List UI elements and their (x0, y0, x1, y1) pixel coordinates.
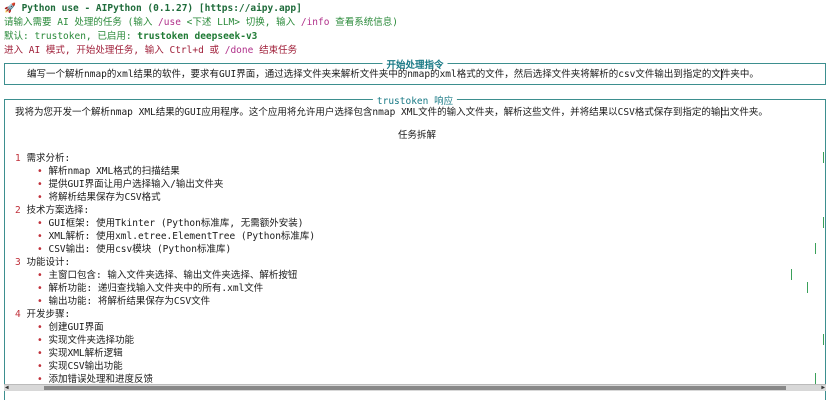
section-label: 技术方案选择: (26, 205, 90, 216)
instruction-text: 编写一个解析nmap的xml结果的软件，要求有GUI界面，通过选择文件夹来解析文… (27, 69, 759, 80)
list-item: • 主窗口包含: 输入文件夹选择、输出文件夹选择、解析按钮 (37, 269, 297, 282)
section-1-heading: 1 需求分析: (15, 152, 70, 165)
section-2-heading: 2 技术方案选择: (15, 204, 89, 217)
list-item-text: 输出功能: 将解析结果保存为CSV文件 (48, 296, 211, 307)
bullet-icon: • (37, 218, 43, 229)
list-item-text: XML解析: 使用xml.etree.ElementTree (Python标准… (48, 231, 316, 242)
render-marker (823, 152, 824, 163)
ai-mode-line: 进入 AI 模式, 开始处理任务, 输入 Ctrl+d 或 /done 结束任务 (4, 45, 297, 57)
section-heading: 任务拆解 (398, 130, 437, 141)
list-item-text: GUI框架: 使用Tkinter (Python标准库, 无需额外安装) (48, 218, 304, 229)
list-item: • CSV输出: 使用csv模块 (Python标准库) (37, 243, 231, 256)
prompt-hint-text-2: <下述 LLM> 切换, 输入 (180, 17, 301, 28)
list-item: • 解析功能: 递归查找输入文件夹中的所有.xml文件 (37, 282, 263, 295)
section-4-heading: 4 开发步骤: (15, 308, 70, 321)
ai-mode-text-2: 结束任务 (253, 45, 298, 56)
app-url-link[interactable]: [https://aipy.app] (199, 3, 302, 14)
bullet-icon: • (37, 179, 43, 190)
list-item: • 将解析结果保存为CSV格式 (37, 191, 161, 204)
bullet-icon: • (37, 231, 43, 242)
list-item-text: 实现文件夹选择功能 (48, 335, 134, 346)
section-number: 1 (15, 153, 21, 164)
render-marker (815, 243, 816, 254)
scroll-left-icon[interactable]: ◀ (5, 384, 9, 391)
bullet-icon: • (37, 296, 43, 307)
default-model-label: 默认: trustoken, 已启用: (4, 31, 138, 42)
render-marker (815, 373, 816, 384)
list-item-text: 实现CSV输出功能 (48, 361, 123, 372)
prompt-hint-line: 请输入需要 AI 处理的任务 (输入 /use <下述 LLM> 切换, 输入 … (4, 17, 398, 29)
bullet-icon: • (37, 361, 43, 372)
bullet-icon: • (37, 192, 43, 203)
list-item-text: 主窗口包含: 输入文件夹选择、输出文件夹选择、解析按钮 (48, 270, 298, 281)
section-number: 3 (15, 257, 21, 268)
list-item: • GUI框架: 使用Tkinter (Python标准库, 无需额外安装) (37, 217, 304, 230)
bullet-icon: • (37, 335, 43, 346)
bullet-icon: • (37, 348, 43, 359)
default-model-line: 默认: trustoken, 已启用: trustoken deepseek-v… (4, 31, 257, 43)
list-item-text: 将解析结果保存为CSV格式 (48, 192, 161, 203)
prompt-hint-text: 请输入需要 AI 处理的任务 (输入 (4, 17, 159, 28)
list-item-text: 解析功能: 递归查找输入文件夹中的所有.xml文件 (48, 283, 264, 294)
horizontal-scrollbar[interactable]: ◀ ▶ (4, 384, 826, 391)
section-label: 开发步骤: (26, 309, 71, 320)
list-item: • 创建GUI界面 (37, 321, 104, 334)
section-number: 4 (15, 309, 21, 320)
list-item: • 实现文件夹选择功能 (37, 334, 134, 347)
section-label: 需求分析: (26, 153, 71, 164)
scrollbar-thumb[interactable] (44, 386, 786, 390)
enabled-models: trustoken deepseek-v3 (137, 31, 258, 42)
list-item: • 提供GUI界面让用户选择输入/输出文件夹 (37, 178, 223, 191)
intro-cursor (721, 107, 722, 118)
render-marker (791, 269, 792, 280)
response-panel: trustoken 响应 我将为您开发一个解析nmap XML结果的GUI应用程… (4, 93, 826, 400)
list-item: • 输出功能: 将解析结果保存为CSV文件 (37, 295, 210, 308)
section-label: 功能设计: (26, 257, 71, 268)
prompt-hint-text-3: 查看系统信息) (329, 17, 398, 28)
list-item: • XML解析: 使用xml.etree.ElementTree (Python… (37, 230, 315, 243)
list-item-text: 提供GUI界面让用户选择输入/输出文件夹 (48, 179, 224, 190)
done-command: /done (224, 45, 254, 56)
rocket-icon: 🚀 (4, 3, 22, 14)
render-marker (823, 334, 824, 345)
bullet-icon: • (37, 283, 43, 294)
response-intro: 我将为您开发一个解析nmap XML结果的GUI应用程序。这个应用将允许用户选择… (15, 107, 768, 118)
list-item-text: 实现XML解析逻辑 (48, 348, 123, 359)
info-command: /info (300, 17, 330, 28)
list-item-text: 解析nmap XML格式的扫描结果 (48, 166, 180, 177)
response-panel-title: trustoken 响应 (372, 93, 458, 107)
use-command: /use (158, 17, 181, 28)
render-marker (807, 282, 808, 293)
list-item: • 解析nmap XML格式的扫描结果 (37, 165, 180, 178)
app-title-line: 🚀 Python use - AIPython (0.1.27) [https:… (4, 3, 302, 15)
app-title: Python use - AIPython (0.1.27) (21, 3, 199, 14)
list-item: • 实现CSV输出功能 (37, 360, 123, 373)
scroll-right-icon[interactable]: ▶ (821, 384, 825, 391)
bullet-icon: • (37, 322, 43, 333)
list-item-text: 创建GUI界面 (48, 322, 104, 333)
bullet-icon: • (37, 270, 43, 281)
instruction-panel: 开始处理指令 编写一个解析nmap的xml结果的软件，要求有GUI界面，通过选择… (4, 57, 826, 85)
section-number: 2 (15, 205, 21, 216)
section-3-heading: 3 功能设计: (15, 256, 70, 269)
bullet-icon: • (37, 166, 43, 177)
list-item-text: CSV输出: 使用csv模块 (Python标准库) (48, 244, 232, 255)
list-item: • 实现XML解析逻辑 (37, 347, 123, 360)
bullet-icon: • (37, 244, 43, 255)
text-cursor (721, 69, 722, 80)
render-marker (823, 217, 824, 228)
ai-mode-text: 进入 AI 模式, 开始处理任务, 输入 Ctrl+d 或 (4, 45, 225, 56)
